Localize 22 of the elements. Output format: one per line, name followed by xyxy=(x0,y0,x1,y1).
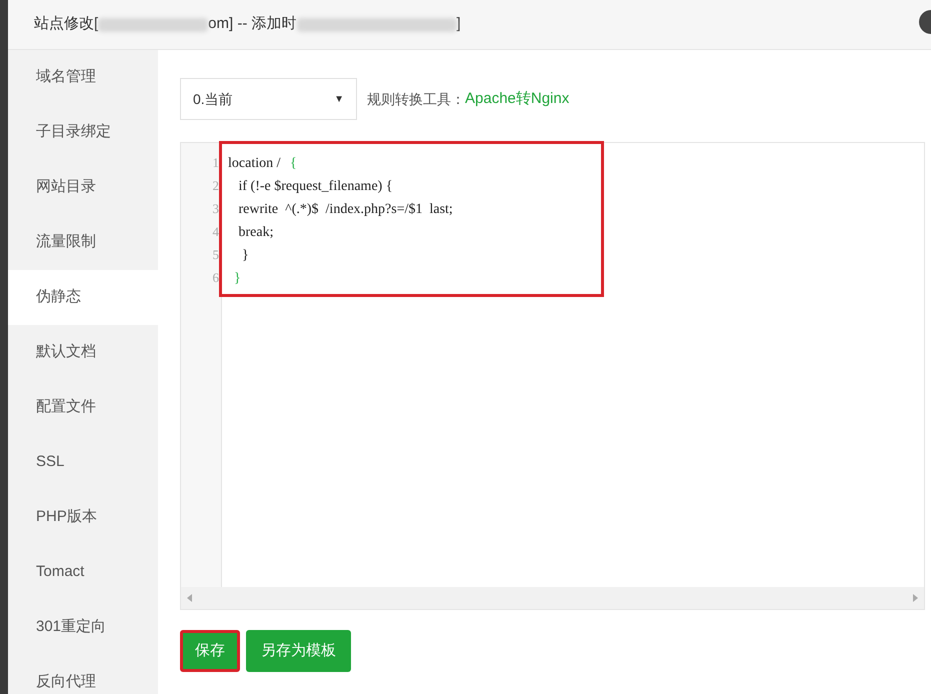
window-title: ] xyxy=(456,14,461,34)
line-number: 5 xyxy=(212,246,219,264)
line-number: 2 xyxy=(212,177,219,195)
template-select[interactable]: 0.当前 ▼ xyxy=(180,78,357,120)
code-line: } xyxy=(241,247,250,265)
line-number: 3 xyxy=(212,200,219,218)
horizontal-scrollbar[interactable] xyxy=(181,587,924,609)
code-line: } xyxy=(233,270,242,288)
scroll-left-icon[interactable] xyxy=(187,594,192,602)
scroll-right-icon[interactable] xyxy=(913,594,918,602)
line-number: 6 xyxy=(212,269,219,287)
window-title: om] -- 添加时 xyxy=(208,14,297,34)
code-line: if (!-e $request_filename) { xyxy=(238,178,394,196)
line-number: 4 xyxy=(212,223,219,241)
code-line: rewrite ^(.*)$ /index.php?s=/$1 last; xyxy=(238,201,454,219)
code-line: break; xyxy=(238,224,274,242)
converter-label: 规则转换工具： xyxy=(367,90,465,108)
sidebar-item[interactable]: 伪静态 xyxy=(8,270,158,325)
code-line: location / { xyxy=(228,155,298,173)
window-title: 站点修改[ xyxy=(34,14,98,34)
code-editor[interactable]: 1 2 3 4 5 6 location / { if (!-e $request_filename) { rewrite ^(.*)$ /index.php?s=/$1 last; break; } } xyxy=(180,142,925,610)
line-number: 1 xyxy=(212,154,219,172)
